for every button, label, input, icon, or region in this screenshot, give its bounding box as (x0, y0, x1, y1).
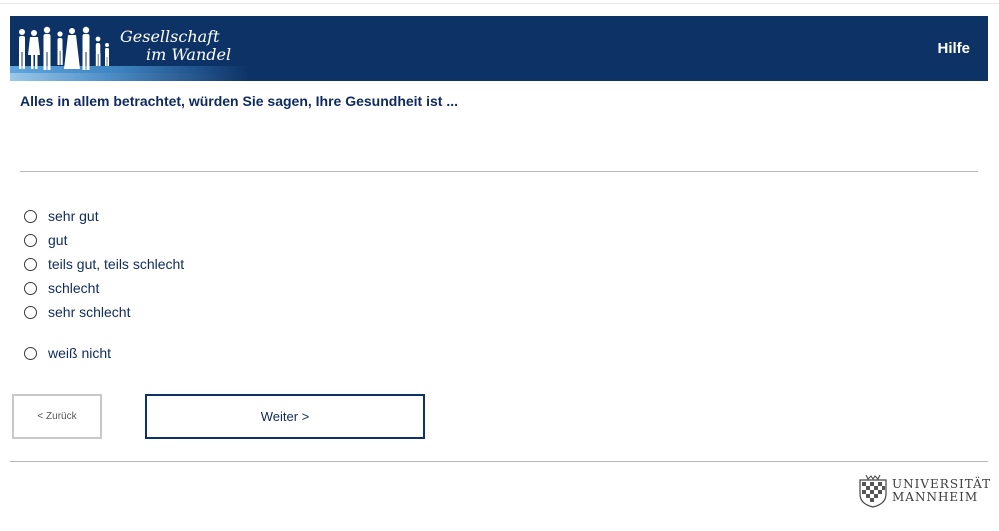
university-wordmark: UNIVERSITÄT MANNHEIM (892, 477, 992, 504)
option-label: weiß nicht (48, 345, 112, 361)
question-text: Alles in allem betrachtet, würden Sie sa… (20, 93, 459, 109)
gesellschaft-im-wandel-logo: Gesellschaft im Wandel (10, 16, 250, 81)
back-button[interactable]: < Zurück (12, 394, 102, 439)
radio-button[interactable] (24, 209, 37, 223)
people-silhouettes-icon (19, 26, 109, 70)
university-crest-icon (859, 474, 887, 508)
question-divider (20, 171, 978, 172)
help-link[interactable]: Hilfe (937, 40, 970, 57)
option-label: teils gut, teils schlecht (48, 256, 185, 272)
option-schlecht[interactable]: schlecht (24, 279, 99, 297)
radio-button[interactable] (24, 346, 37, 360)
radio-button[interactable] (24, 257, 37, 271)
header-bar: Gesellschaft im Wandel Hilfe (10, 16, 988, 81)
logo-wordmark: Gesellschaft im Wandel (120, 27, 232, 64)
option-label: gut (48, 232, 68, 248)
footer-divider (10, 461, 988, 462)
radio-button[interactable] (24, 281, 37, 295)
option-teils-gut-teils-schlecht[interactable]: teils gut, teils schlecht (24, 255, 184, 273)
option-sehr-schlecht[interactable]: sehr schlecht (24, 303, 130, 321)
option-label: schlecht (48, 280, 100, 296)
option-label: sehr schlecht (48, 304, 131, 320)
option-label: sehr gut (48, 208, 99, 224)
top-divider (0, 3, 999, 4)
next-button[interactable]: Weiter > (145, 394, 425, 439)
option-gut[interactable]: gut (24, 231, 67, 249)
radio-button[interactable] (24, 305, 37, 319)
option-weiss-nicht[interactable]: weiß nicht (24, 344, 111, 362)
radio-button[interactable] (24, 233, 37, 247)
universitaet-mannheim-logo: UNIVERSITÄT MANNHEIM (858, 474, 991, 508)
option-sehr-gut[interactable]: sehr gut (24, 207, 99, 225)
